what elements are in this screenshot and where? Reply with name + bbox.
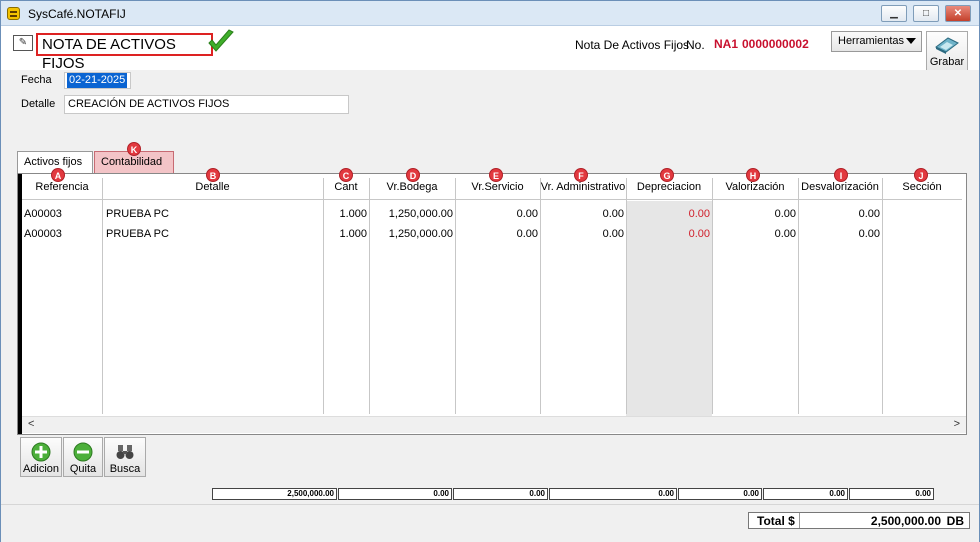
window-title: SysCafé.NOTAFIJ	[28, 7, 126, 21]
column-badge: G	[660, 168, 674, 182]
cell-depreciacion[interactable]: 0.00	[626, 225, 710, 243]
search-button[interactable]: Busca	[104, 437, 146, 477]
cell-referencia[interactable]: A00003	[24, 205, 100, 223]
syscafe-app-icon	[7, 7, 20, 20]
cell-valorizacion[interactable]: 0.00	[712, 225, 796, 243]
grand-total-value: 2,500,000.00	[870, 514, 941, 528]
binoculars-icon	[116, 445, 134, 459]
column-badge: H	[746, 168, 760, 182]
cell-cant[interactable]: 1.000	[323, 205, 367, 223]
document-header: ✎ NOTA DE ACTIVOS FIJOS Nota De Activos …	[1, 26, 979, 72]
column-badge: I	[834, 168, 848, 182]
cell-vr-servicio[interactable]: 0.00	[455, 225, 538, 243]
cell-referencia[interactable]: A00003	[24, 225, 100, 243]
tab-badge: K	[127, 142, 141, 156]
column-divider	[882, 178, 883, 414]
assets-grid: Referencia Detalle Cant Vr.Bodega Vr.Ser…	[17, 173, 967, 435]
add-label: Adicion	[22, 463, 60, 475]
search-label: Busca	[109, 463, 141, 475]
cell-vr-administrativo[interactable]: 0.00	[540, 205, 624, 223]
app-window: SysCafé.NOTAFIJ ▁ □ ✕ ✎ NOTA DE ACTIVOS …	[0, 0, 980, 542]
grand-total-label: Total $	[757, 514, 795, 528]
document-number: 0000000002	[742, 37, 809, 51]
cell-desvalorizacion[interactable]: 0.00	[798, 205, 880, 223]
maximize-button[interactable]: □	[913, 5, 939, 22]
total-desvalorizacion: 0.00	[763, 488, 848, 500]
cell-seccion[interactable]	[886, 225, 962, 243]
scroll-left-icon[interactable]: <	[28, 418, 34, 430]
save-button[interactable]: Grabar	[926, 31, 968, 72]
fecha-label: Fecha	[21, 74, 52, 86]
grand-total-box: Total $ 2,500,000.00 DB	[748, 512, 970, 529]
form-area: Fecha 02-21-2025 Detalle CREACIÓN DE ACT…	[1, 70, 979, 130]
cell-vr-servicio[interactable]: 0.00	[455, 205, 538, 223]
grand-total-divider	[799, 513, 800, 528]
document-title: NOTA DE ACTIVOS FIJOS	[36, 33, 213, 72]
scroll-right-icon[interactable]: >	[954, 418, 960, 430]
fecha-input[interactable]: 02-21-2025	[64, 72, 131, 89]
column-badge: C	[339, 168, 353, 182]
remove-label: Quita	[69, 463, 97, 475]
add-button[interactable]: Adicion	[20, 437, 62, 477]
total-seccion: 0.00	[849, 488, 934, 500]
cell-detalle[interactable]: PRUEBA PC	[106, 205, 321, 223]
title-bar: SysCafé.NOTAFIJ ▁ □ ✕	[1, 1, 979, 26]
column-badge: A	[51, 168, 65, 182]
column-badge: F	[574, 168, 588, 182]
column-badge: J	[914, 168, 928, 182]
cell-seccion[interactable]	[886, 205, 962, 223]
document-prefix: NA1	[714, 37, 739, 51]
column-badge: D	[406, 168, 420, 182]
close-button[interactable]: ✕	[945, 5, 971, 22]
checkmark-icon	[208, 29, 234, 52]
edit-document-icon[interactable]: ✎	[13, 35, 33, 51]
cell-cant[interactable]: 1.000	[323, 225, 367, 243]
total-valorizacion: 0.00	[678, 488, 762, 500]
column-totals-row: 2,500,000.00 0.00 0.00 0.00 0.00 0.00 0.…	[212, 488, 936, 500]
minimize-button[interactable]: ▁	[881, 5, 907, 22]
tools-menu-label: Herramientas	[838, 35, 905, 47]
cell-vr-bodega[interactable]: 1,250,000.00	[369, 225, 453, 243]
note-type-label: Nota De Activos Fijos	[575, 38, 690, 52]
grand-total-unit: DB	[946, 514, 964, 528]
grid-row-indicator	[18, 174, 22, 434]
total-vr-servicio: 0.00	[338, 488, 452, 500]
tools-menu-button[interactable]: Herramientas	[831, 31, 922, 52]
cell-vr-administrativo[interactable]: 0.00	[540, 225, 624, 243]
status-bar: Total $ 2,500,000.00 DB	[1, 504, 979, 542]
cell-depreciacion[interactable]: 0.00	[626, 205, 710, 223]
dropdown-arrow-icon	[906, 38, 916, 44]
cell-valorizacion[interactable]: 0.00	[712, 205, 796, 223]
remove-button[interactable]: Quita	[63, 437, 103, 477]
detalle-label: Detalle	[21, 98, 56, 110]
cell-detalle[interactable]: PRUEBA PC	[106, 225, 321, 243]
total-depreciacion: 0.00	[549, 488, 677, 500]
column-badge: B	[206, 168, 220, 182]
save-label: Grabar	[929, 56, 965, 68]
fecha-value: 02-21-2025	[67, 73, 128, 88]
detalle-input[interactable]: CREACIÓN DE ACTIVOS FIJOS	[64, 95, 349, 114]
total-vr-administrativo: 0.00	[453, 488, 548, 500]
horizontal-scrollbar[interactable]: < >	[22, 416, 966, 433]
column-divider	[102, 178, 103, 414]
column-badge: E	[489, 168, 503, 182]
total-vr-bodega: 2,500,000.00	[212, 488, 337, 500]
minus-circle-icon	[73, 442, 93, 462]
cell-desvalorizacion[interactable]: 0.00	[798, 225, 880, 243]
number-label: No.	[686, 38, 705, 52]
plus-circle-icon	[31, 442, 51, 462]
cell-vr-bodega[interactable]: 1,250,000.00	[369, 205, 453, 223]
save-floppy-icon	[935, 37, 959, 54]
